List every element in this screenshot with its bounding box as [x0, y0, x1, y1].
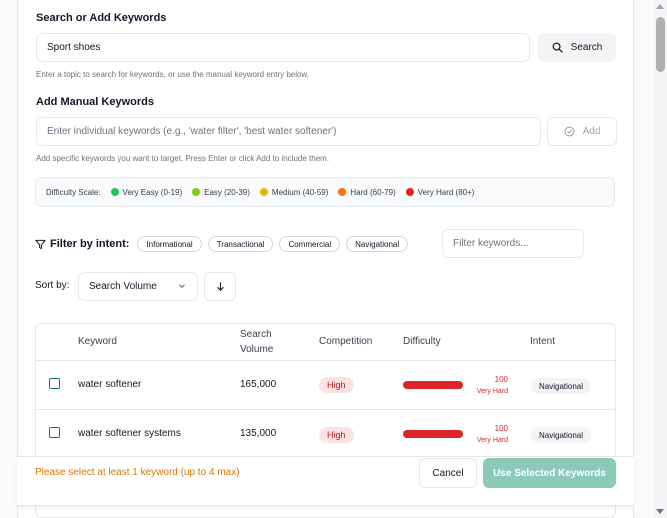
- difficulty-level: Very Hard: [476, 437, 508, 444]
- very-easy-dot: [110, 188, 119, 196]
- difficulty-bar: [403, 381, 463, 389]
- row-volume: 135,000: [240, 428, 277, 439]
- difficulty-score: 100: [494, 424, 508, 433]
- row-keyword: water softener: [78, 379, 142, 390]
- sort-label: Sort by:: [35, 280, 70, 291]
- difficulty-legend-hard: Hard (60-79): [338, 187, 396, 197]
- intent-chip-transactional[interactable]: Transactional: [207, 236, 274, 252]
- scrollbar-thumb[interactable]: [656, 17, 665, 72]
- use-selected-keywords-button[interactable]: Use Selected Keywords: [483, 458, 616, 488]
- search-input[interactable]: Sport shoes: [36, 33, 530, 62]
- scroll-down-arrow-icon[interactable]: [656, 509, 664, 514]
- manual-hint: Add specific keywords you want to target…: [36, 154, 330, 163]
- difficulty-legend-medium: Medium (40-59): [259, 187, 329, 197]
- table-row[interactable]: water softener 165,000 High 100 Very Har…: [36, 361, 615, 410]
- hard-label: Hard (60-79): [350, 187, 396, 197]
- intent-badge: Navigational: [531, 427, 592, 443]
- sort-select[interactable]: Search Volume: [78, 272, 198, 301]
- competition-badge: High: [319, 427, 354, 443]
- header-intent: Intent: [530, 336, 556, 347]
- difficulty-scale: Difficulty Scale: Very Easy (0-19) Easy …: [35, 177, 615, 207]
- competition-badge: High: [319, 377, 354, 393]
- filter-keywords-input[interactable]: Filter keywords...: [442, 229, 584, 258]
- sort-direction-button[interactable]: [204, 272, 236, 301]
- intent-chip-navigational[interactable]: Navigational: [346, 236, 409, 252]
- very-easy-label: Very Easy (0-19): [122, 187, 183, 197]
- sort-select-value: Search Volume: [89, 281, 157, 292]
- header-volume-line2: Volume: [240, 344, 274, 355]
- intent-badge: Navigational: [531, 378, 592, 394]
- easy-dot: [192, 188, 201, 196]
- vertical-scrollbar[interactable]: [653, 0, 667, 518]
- difficulty-bar: [403, 430, 463, 438]
- page: Search or Add Keywords Sport shoes Searc…: [0, 0, 667, 518]
- difficulty-scale-label: Difficulty Scale:: [46, 187, 101, 197]
- header-competition: Competition: [319, 336, 373, 347]
- add-button-label: Add: [582, 126, 601, 137]
- manual-section-title: Add Manual Keywords: [36, 96, 154, 108]
- search-section-title: Search or Add Keywords: [36, 12, 167, 24]
- intent-chip-informational[interactable]: Informational: [137, 236, 202, 252]
- check-circle-icon: [564, 126, 574, 137]
- search-hint: Enter a topic to search for keywords, or…: [36, 70, 310, 79]
- difficulty-level: Very Hard: [476, 388, 508, 395]
- filter-label: Filter by intent:: [35, 238, 129, 250]
- row-checkbox[interactable]: [49, 427, 60, 438]
- selection-warning: Please select at least 1 keyword (up to …: [35, 467, 240, 478]
- header-difficulty: Difficulty: [403, 336, 441, 347]
- intent-chip-commercial[interactable]: Commercial: [279, 236, 341, 252]
- table-row[interactable]: water softener systems 135,000 High 100 …: [36, 410, 615, 459]
- search-icon: [552, 42, 563, 53]
- row-keyword: water softener systems: [78, 428, 181, 439]
- filter-label-text: Filter by intent:: [50, 238, 130, 250]
- table-header: Keyword Search Volume Competition Diffic…: [36, 324, 615, 361]
- chevron-down-icon: [179, 284, 185, 289]
- medium-label: Medium (40-59): [271, 187, 329, 197]
- add-keyword-button[interactable]: Add: [547, 117, 617, 146]
- filter-icon: [35, 239, 46, 249]
- hard-dot: [338, 188, 347, 196]
- arrow-down-icon: [216, 282, 224, 291]
- search-button-label: Search: [570, 42, 603, 53]
- cancel-button[interactable]: Cancel: [419, 458, 477, 488]
- row-volume: 165,000: [240, 379, 277, 390]
- row-checkbox[interactable]: [49, 378, 60, 389]
- very-hard-label: Very Hard (80+): [417, 187, 475, 197]
- difficulty-legend-very-hard: Very Hard (80+): [405, 187, 475, 197]
- difficulty-score: 100: [494, 375, 508, 384]
- intent-filter-row: Filter by intent: Informational Transact…: [35, 230, 409, 258]
- search-button[interactable]: Search: [538, 33, 616, 62]
- header-volume-line1: Search: [240, 329, 272, 340]
- very-hard-dot: [405, 188, 414, 196]
- manual-keyword-input[interactable]: Enter individual keywords (e.g., 'water …: [36, 117, 541, 146]
- scroll-up-arrow-icon[interactable]: [656, 4, 664, 9]
- dialog-footer: Please select at least 1 keyword (up to …: [17, 456, 634, 506]
- difficulty-legend-easy: Easy (20-39): [192, 188, 250, 197]
- easy-label: Easy (20-39): [204, 187, 250, 197]
- header-keyword: Keyword: [78, 336, 117, 347]
- medium-dot: [259, 188, 268, 196]
- difficulty-legend-very-easy: Very Easy (0-19): [110, 187, 183, 197]
